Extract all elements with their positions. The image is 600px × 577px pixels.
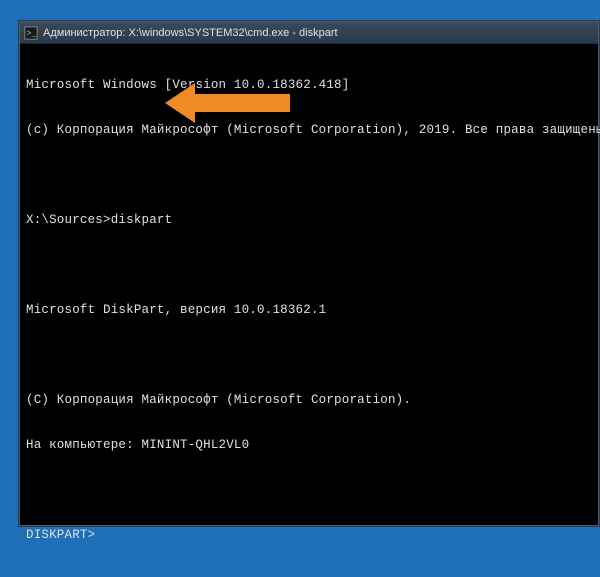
terminal-prompt-current: DISKPART> [26, 528, 592, 543]
cmd-icon: >_ [24, 26, 38, 40]
terminal-line: Microsoft DiskPart, версия 10.0.18362.1 [26, 303, 592, 318]
terminal-output[interactable]: Microsoft Windows [Version 10.0.18362.41… [20, 44, 598, 577]
svg-text:>_: >_ [27, 29, 37, 38]
terminal-line: Microsoft Windows [Version 10.0.18362.41… [26, 78, 592, 93]
terminal-blank [26, 258, 592, 273]
window-title: Администратор: X:\windows\SYSTEM32\cmd.e… [43, 27, 338, 39]
command-prompt-window: >_ Администратор: X:\windows\SYSTEM32\cm… [19, 21, 599, 526]
terminal-line: На компьютере: MININT-QHL2VL0 [26, 438, 592, 453]
terminal-blank [26, 483, 592, 498]
titlebar[interactable]: >_ Администратор: X:\windows\SYSTEM32\cm… [20, 22, 598, 44]
terminal-prompt-diskpart: X:\Sources>diskpart [26, 213, 592, 228]
terminal-blank [26, 348, 592, 363]
terminal-line: (c) Корпорация Майкрософт (Microsoft Cor… [26, 123, 592, 138]
terminal-line: (C) Корпорация Майкрософт (Microsoft Cor… [26, 393, 592, 408]
terminal-blank [26, 168, 592, 183]
